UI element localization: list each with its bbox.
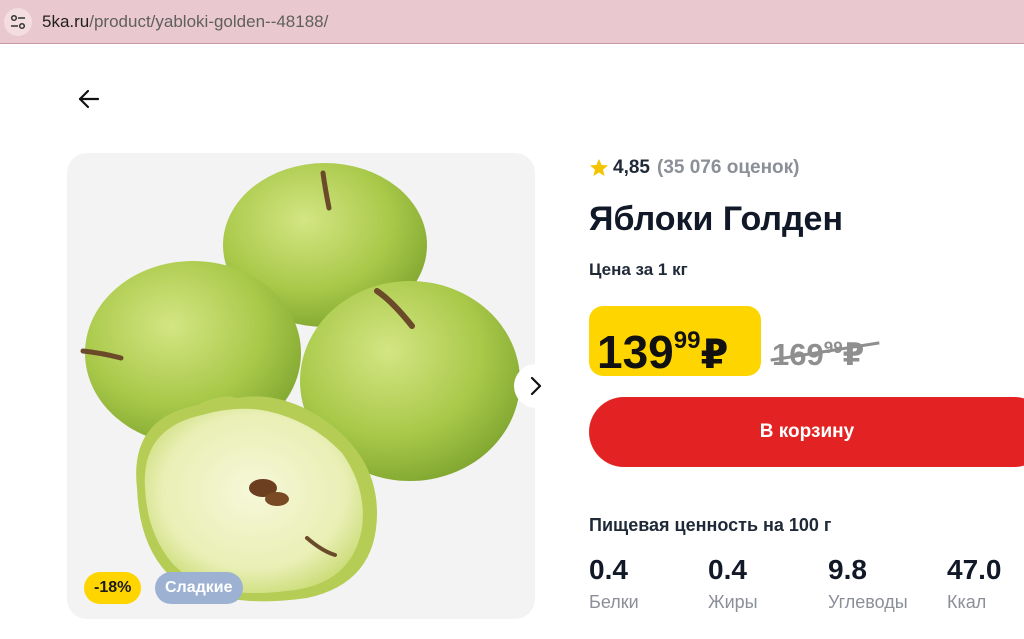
nutrition-label: Жиры: [708, 592, 758, 612]
price-rubles: 139: [597, 326, 674, 378]
tag-badge-sweet: Сладкие: [155, 572, 243, 604]
current-price: 13999₽: [589, 306, 761, 378]
gallery-next-button[interactable]: [514, 364, 558, 408]
nutrition-value: 0.4: [708, 554, 747, 585]
nutrition-item-protein: 0.4 Белки: [589, 552, 699, 614]
product-image-gallery: [67, 153, 535, 619]
nutrition-item-kcal: 47.0 Ккал: [947, 552, 1024, 614]
nutrition-item-carbs: 9.8 Углеводы: [828, 552, 938, 614]
add-to-cart-button[interactable]: В корзину: [589, 397, 1024, 467]
discount-badge: -18%: [84, 572, 142, 604]
nutrition-label: Углеводы: [828, 592, 908, 612]
old-price-currency: ₽: [842, 337, 865, 372]
rating-count: (35 076 оценок): [657, 157, 800, 178]
back-button[interactable]: [74, 84, 104, 114]
price-unit-label: Цена за 1 кг: [589, 260, 688, 279]
star-icon: [590, 159, 608, 176]
tune-icon[interactable]: [4, 8, 32, 36]
price-kopecks: 99: [673, 327, 701, 354]
arrow-left-icon: [78, 89, 100, 109]
nutrition-label: Ккал: [947, 592, 987, 612]
url-text[interactable]: 5ka.ru/product/yabloki-golden--48188/: [42, 12, 328, 32]
chevron-right-icon: [530, 376, 542, 396]
nutrition-value: 0.4: [589, 554, 628, 585]
nutrition-value: 9.8: [828, 554, 867, 585]
product-title: Яблоки Голден: [589, 200, 844, 238]
price-currency: ₽: [700, 333, 729, 377]
product-image: [80, 163, 520, 602]
nutrition-value: 47.0: [947, 554, 1002, 585]
url-domain: 5ka.ru: [42, 12, 90, 31]
nutrition-title: Пищевая ценность на 100 г: [589, 515, 832, 535]
browser-address-bar: 5ka.ru/product/yabloki-golden--48188/: [0, 0, 1024, 44]
old-price: 16999₽: [770, 328, 880, 375]
url-path: /product/yabloki-golden--48188/: [89, 12, 329, 31]
nutrition-label: Белки: [589, 592, 639, 612]
nutrition-item-fat: 0.4 Жиры: [708, 552, 818, 614]
rating-score: 4,85: [613, 157, 650, 178]
